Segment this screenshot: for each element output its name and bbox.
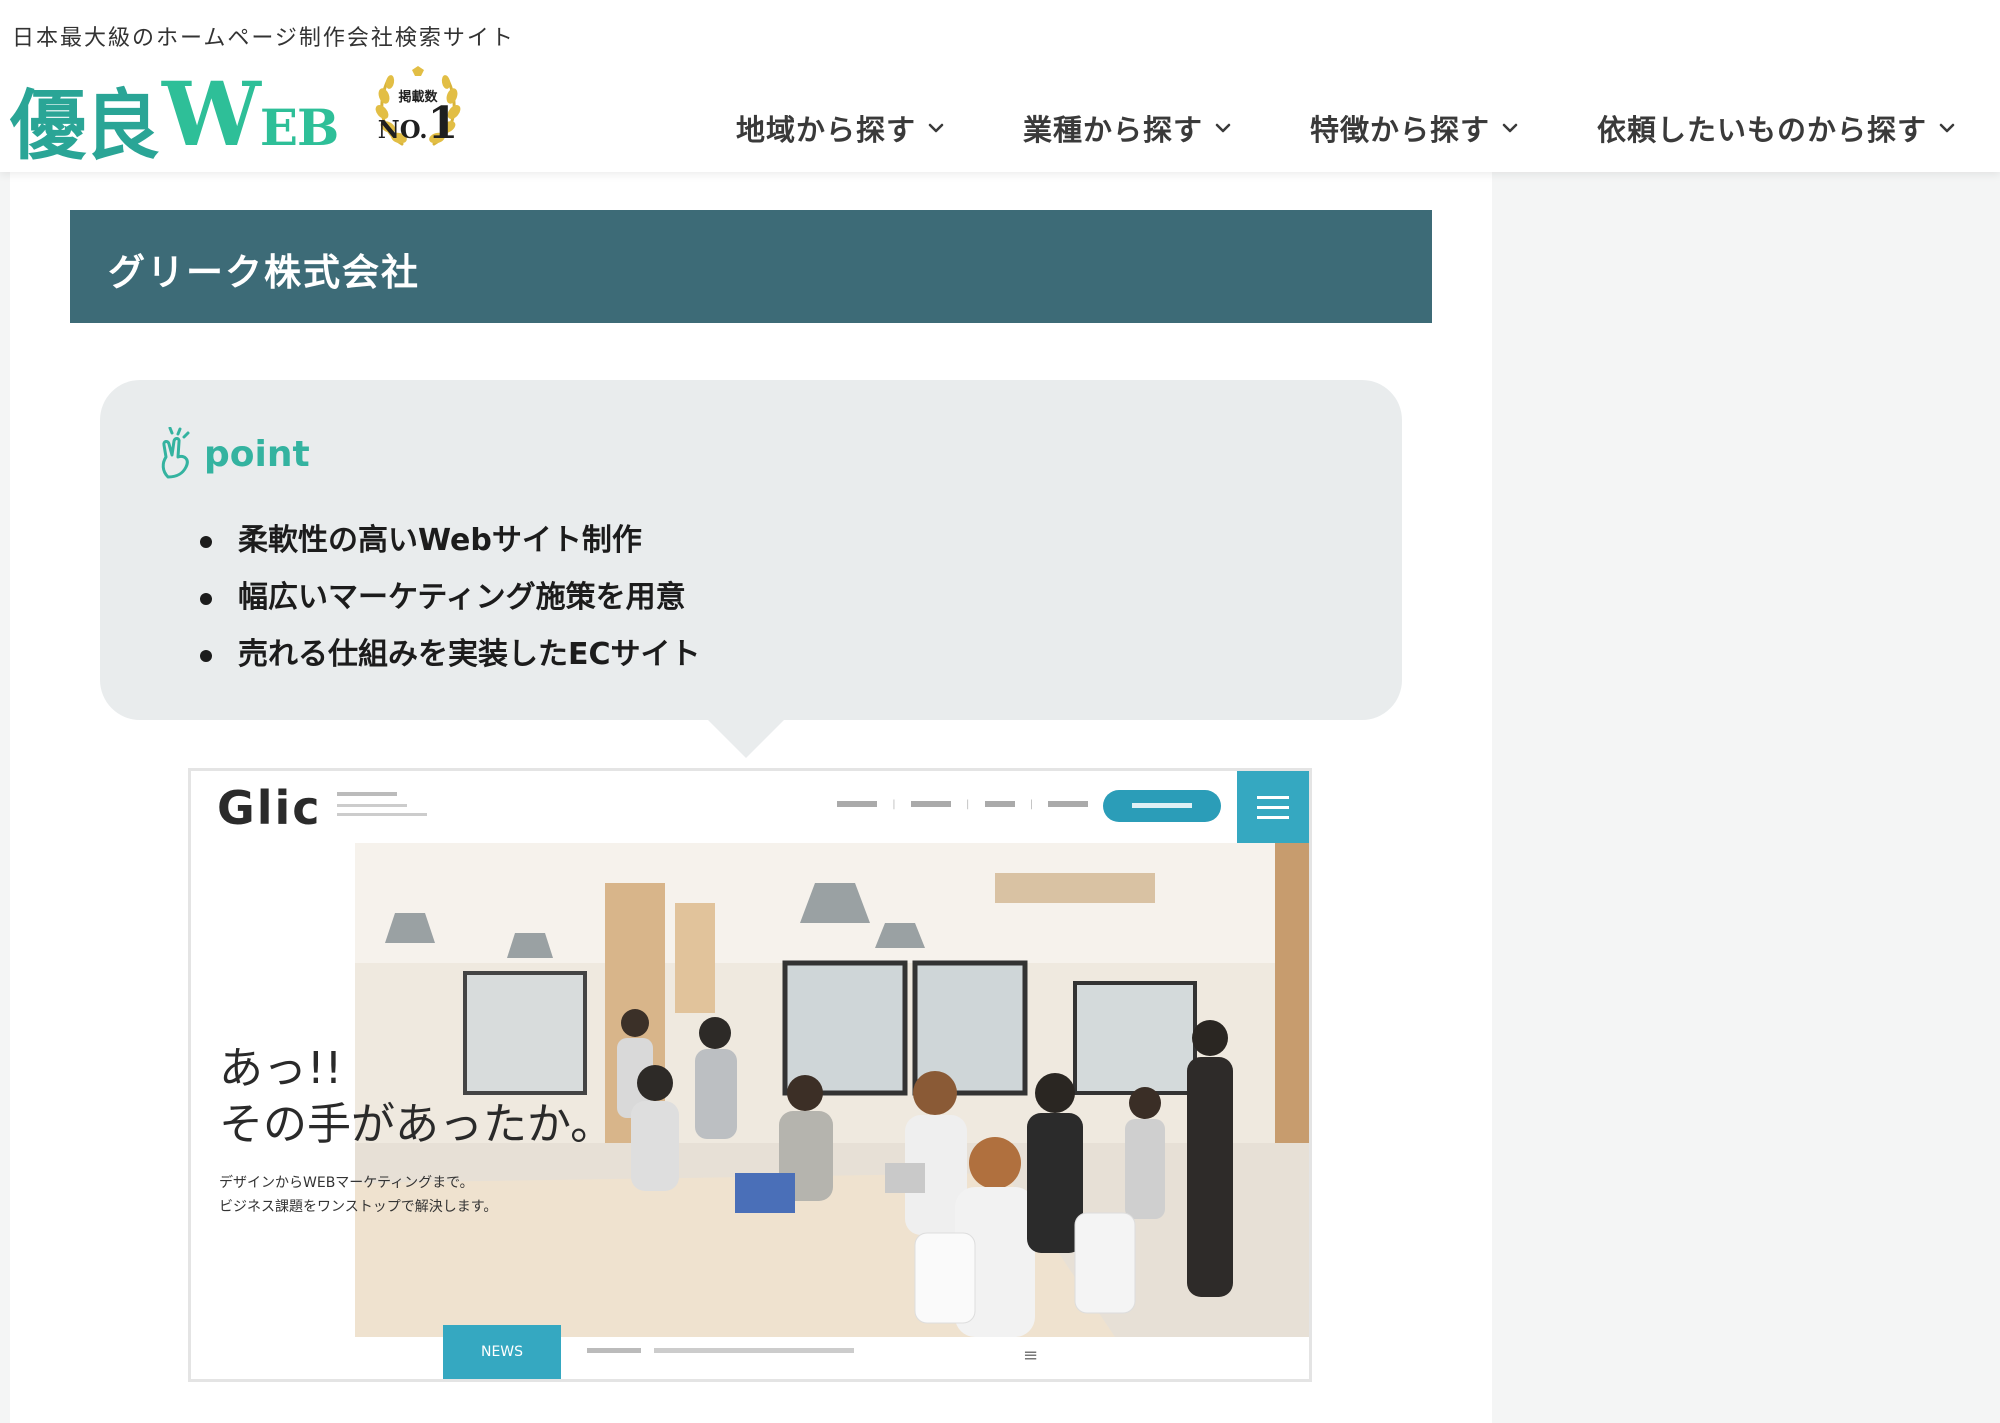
chevron-down-icon (928, 123, 944, 133)
point-label: point (204, 433, 310, 475)
point-list: 柔軟性の高いWebサイト制作 幅広いマーケティング施策を用意 売れる仕組みを実装… (200, 512, 701, 683)
company-name: グリーク株式会社 (108, 251, 420, 294)
screenshot-news-text (587, 1345, 855, 1356)
chevron-down-icon (1502, 123, 1518, 133)
right-sidebar (1492, 172, 2000, 1423)
site-header: 日本最大級のホームページ制作会社検索サイト 優良 WEB 掲載数 NO.1 地域… (0, 0, 2000, 172)
point-box: point 柔軟性の高いWebサイト制作 幅広いマーケティング施策を用意 売れる… (100, 380, 1402, 720)
nav-item-label: 特徴から探す (1310, 113, 1491, 147)
chevron-down-icon (1215, 123, 1231, 133)
point-header: point (158, 426, 310, 482)
hamburger-menu-icon (1237, 771, 1309, 843)
point-item: 売れる仕組みを実装したECサイト (200, 626, 701, 683)
nav-item-area[interactable]: 地域から探す (736, 108, 944, 148)
screenshot-nav: | | | (831, 799, 1094, 810)
screenshot-subcopy: デザインからWEBマーケティングまで。 ビジネス課題をワンストップで解決します。 (219, 1171, 497, 1219)
screenshot-contact-button (1103, 790, 1221, 822)
glic-logo: Glic (217, 781, 322, 835)
screenshot-subcopy-1: デザインからWEBマーケティングまで。 (219, 1175, 474, 1191)
screenshot-header: Glic | | | (191, 771, 1309, 843)
screenshot-headline: あっ!! その手があったか。 (219, 1041, 614, 1153)
peace-hand-icon (161, 427, 190, 479)
nav-item-label: 依頼したいものから探す (1597, 113, 1928, 147)
screenshot-news-menu-icon: ≡ (1023, 1345, 1039, 1366)
point-box-tail (708, 720, 784, 758)
point-item: 幅広いマーケティング施策を用意 (200, 569, 701, 626)
screenshot-subcopy-2: ビジネス課題をワンストップで解決します。 (219, 1199, 498, 1215)
chevron-down-icon (1939, 123, 1955, 133)
nav-item-label: 地域から探す (736, 113, 917, 147)
screenshot-news-label: NEWS (443, 1325, 561, 1379)
company-site-screenshot: Glic | | | あっ!! その手があったか。 デザインからWEBマーケティ… (188, 768, 1312, 1382)
glic-logo-subtext (337, 789, 427, 816)
screenshot-headline-2: その手があったか。 (219, 1099, 615, 1150)
nav-item-request[interactable]: 依頼したいものから探す (1597, 108, 1955, 148)
point-item: 柔軟性の高いWebサイト制作 (200, 512, 701, 569)
site-tagline: 日本最大級のホームページ制作会社検索サイト (12, 26, 515, 51)
screenshot-headline-1: あっ!! (219, 1043, 343, 1094)
main-nav: 地域から探す 業種から探す 特徴から探す 依頼したいものから探す (0, 108, 2000, 148)
nav-item-label: 業種から探す (1023, 113, 1204, 147)
company-heading: グリーク株式会社 (70, 210, 1432, 323)
nav-item-industry[interactable]: 業種から探す (1023, 108, 1231, 148)
nav-item-feature[interactable]: 特徴から探す (1310, 108, 1518, 148)
